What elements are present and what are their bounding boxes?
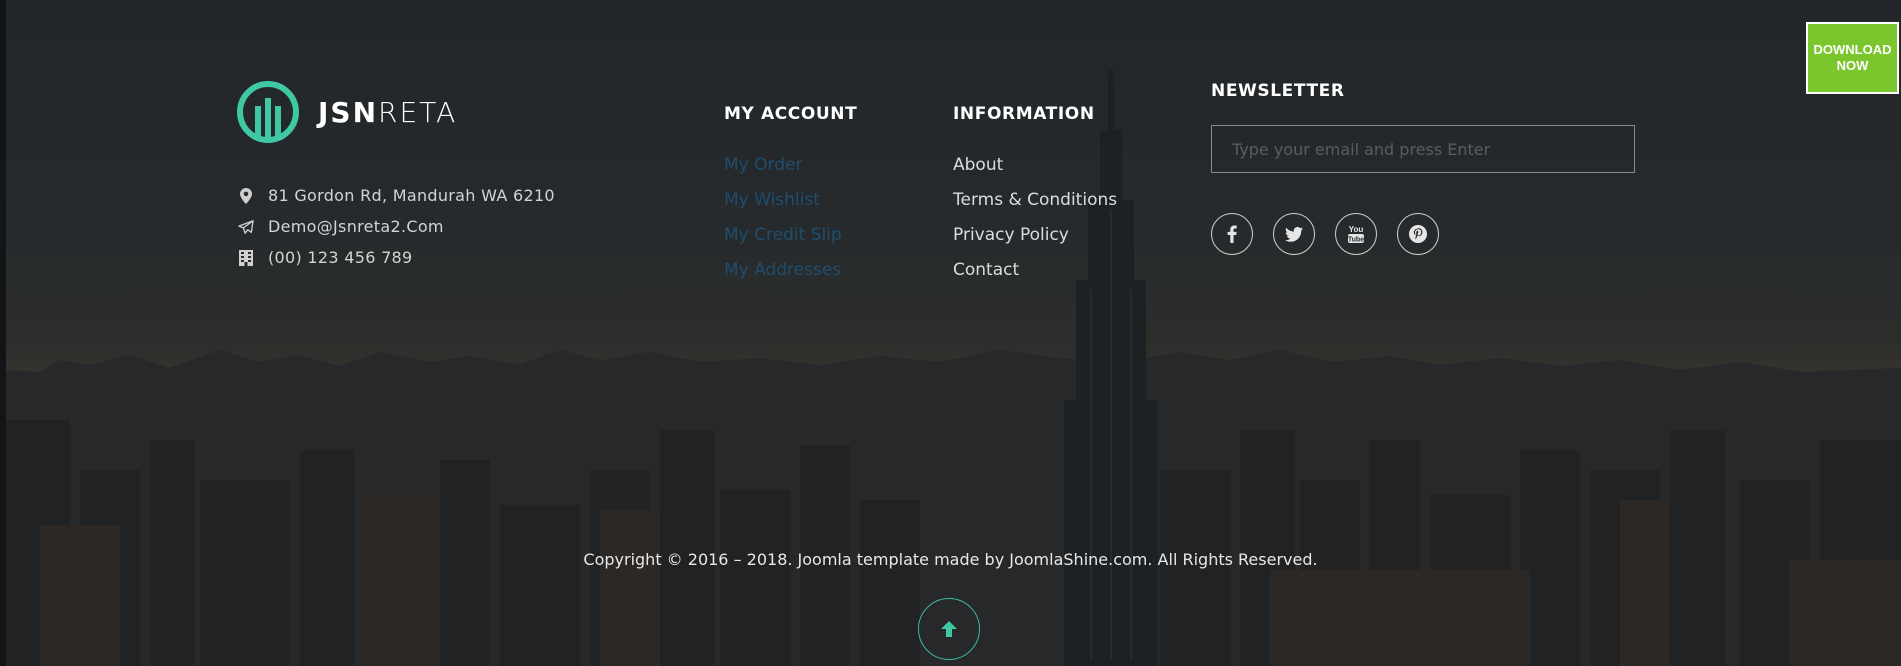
- paper-plane-icon: [238, 219, 254, 235]
- contact-phone: (00) 123 456 789: [238, 242, 555, 273]
- link-about[interactable]: About: [953, 155, 1003, 175]
- newsletter-section: NEWSLETTER You Tube: [1211, 81, 1635, 255]
- back-to-top-button[interactable]: [918, 598, 980, 660]
- svg-text:You: You: [1349, 225, 1364, 234]
- contact-email-text: Demo@Jsnreta2.Com: [268, 217, 444, 236]
- jsnreta-logo-icon: [237, 81, 299, 143]
- information-heading: INFORMATION: [953, 104, 1095, 124]
- contact-email[interactable]: Demo@Jsnreta2.Com: [238, 211, 555, 242]
- contact-address-text: 81 Gordon Rd, Mandurah WA 6210: [268, 186, 555, 205]
- link-my-order[interactable]: My Order: [724, 155, 802, 175]
- brand-name: JSNRETA: [318, 96, 457, 129]
- brand-name-light: RETA: [378, 95, 458, 129]
- information-column: INFORMATION About Terms & Conditions Pri…: [953, 104, 1117, 288]
- social-links: You Tube: [1211, 213, 1635, 255]
- link-my-credit-slip[interactable]: My Credit Slip: [724, 225, 842, 245]
- building-icon: [238, 249, 254, 266]
- pinterest-icon[interactable]: [1397, 213, 1439, 255]
- svg-text:Tube: Tube: [1348, 237, 1364, 244]
- link-privacy-policy[interactable]: Privacy Policy: [953, 225, 1069, 245]
- youtube-icon[interactable]: You Tube: [1335, 213, 1377, 255]
- arrow-up-icon: [941, 621, 957, 637]
- brand[interactable]: JSNRETA: [236, 80, 457, 144]
- contact-info: 81 Gordon Rd, Mandurah WA 6210 Demo@Jsnr…: [238, 180, 555, 273]
- link-contact[interactable]: Contact: [953, 260, 1019, 280]
- download-now-line1: DOWNLOAD: [1813, 42, 1892, 57]
- brand-name-bold: JSN: [318, 95, 379, 129]
- facebook-icon[interactable]: [1211, 213, 1253, 255]
- download-now-line2: NOW: [1836, 58, 1869, 73]
- newsletter-email-input[interactable]: [1211, 125, 1635, 173]
- link-terms-conditions[interactable]: Terms & Conditions: [953, 190, 1117, 210]
- contact-phone-text: (00) 123 456 789: [268, 248, 413, 267]
- copyright-text: Copyright © 2016 – 2018. Joomla template…: [583, 550, 1318, 569]
- newsletter-heading: NEWSLETTER: [1211, 81, 1345, 101]
- download-now-button[interactable]: DOWNLOAD NOW: [1806, 22, 1899, 94]
- twitter-icon[interactable]: [1273, 213, 1315, 255]
- location-pin-icon: [238, 187, 254, 204]
- contact-address: 81 Gordon Rd, Mandurah WA 6210: [238, 180, 555, 211]
- link-my-wishlist[interactable]: My Wishlist: [724, 190, 820, 210]
- my-account-heading: MY ACCOUNT: [724, 104, 858, 124]
- link-my-addresses[interactable]: My Addresses: [724, 260, 841, 280]
- my-account-column: MY ACCOUNT My Order My Wishlist My Credi…: [724, 104, 857, 288]
